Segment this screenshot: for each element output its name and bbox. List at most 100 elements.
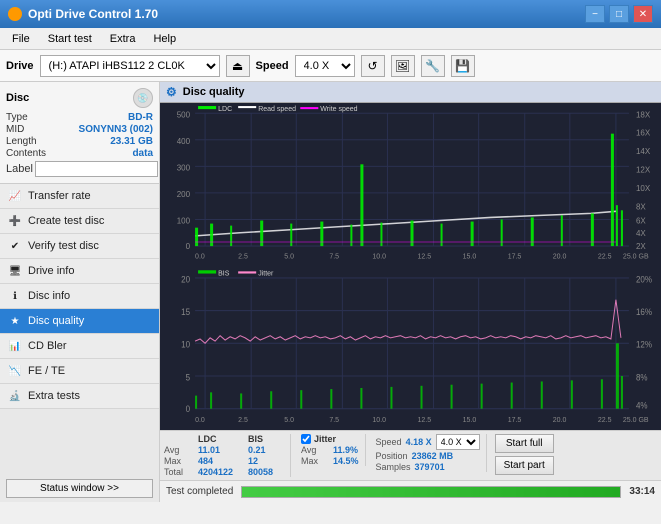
sidebar-item-label-cd-bler: CD Bler — [28, 340, 67, 352]
position-label: Position — [376, 451, 408, 461]
svg-text:20.0: 20.0 — [553, 252, 567, 260]
disc-label-input[interactable] — [35, 161, 158, 177]
jitter-checkbox[interactable] — [301, 434, 311, 444]
menu-start-test[interactable]: Start test — [40, 31, 100, 47]
svg-text:25.0 GB: 25.0 GB — [623, 414, 649, 423]
panel-icon: ⚙ — [166, 85, 177, 99]
speed-select[interactable]: 4.0 X — [295, 55, 355, 77]
maximize-button[interactable]: □ — [609, 5, 629, 23]
bis-total: 80058 — [248, 467, 284, 477]
stats-row: LDC BIS Avg 11.01 0.21 Max 484 12 Total … — [160, 430, 661, 480]
minimize-button[interactable]: − — [585, 5, 605, 23]
sidebar-item-label-transfer-rate: Transfer rate — [28, 190, 91, 202]
sidebar-item-transfer-rate[interactable]: 📈 Transfer rate — [0, 184, 159, 209]
svg-text:4%: 4% — [636, 400, 648, 410]
app-icon — [8, 7, 22, 21]
create-test-disc-icon: ➕ — [8, 214, 22, 228]
svg-text:Read speed: Read speed — [258, 105, 296, 113]
settings-button-2[interactable]: 🔧 — [421, 55, 445, 77]
menu-extra[interactable]: Extra — [102, 31, 144, 47]
menu-file[interactable]: File — [4, 31, 38, 47]
svg-text:0: 0 — [186, 242, 191, 251]
speed-label: Speed — [256, 60, 289, 72]
sidebar-item-drive-info[interactable]: 🖥 Drive info — [0, 259, 159, 284]
disc-label-row: Label 🔍 — [6, 161, 153, 177]
svg-text:20.0: 20.0 — [553, 414, 567, 423]
svg-text:10.0: 10.0 — [372, 414, 386, 423]
speed-stat-val: 4.18 X — [406, 437, 432, 447]
bis-col-header: BIS — [248, 434, 284, 444]
sidebar-item-label-extra-tests: Extra tests — [28, 390, 80, 402]
refresh-button[interactable]: ↺ — [361, 55, 385, 77]
svg-text:5.0: 5.0 — [284, 252, 294, 260]
eject-button[interactable]: ⏏ — [226, 55, 250, 77]
drive-label: Drive — [6, 60, 34, 72]
jitter-max: 14.5% — [333, 456, 359, 466]
disc-type-key: Type — [6, 112, 28, 123]
svg-text:20%: 20% — [636, 273, 653, 283]
stats-jitter-section: Jitter Avg 11.9% Max 14.5% — [295, 434, 366, 466]
sidebar-item-cd-bler[interactable]: 📊 CD Bler — [0, 334, 159, 359]
stats-avg-row: Avg 11.01 0.21 — [164, 445, 284, 455]
bottom-chart-svg: 20 15 10 5 0 20% 16% 12% 8% 4% 0.0 2.5 5… — [160, 267, 661, 431]
disc-type-val: BD-R — [128, 112, 153, 123]
stats-max-row: Max 484 12 — [164, 456, 284, 466]
cd-bler-icon: 📊 — [8, 339, 22, 353]
top-chart-svg: 500 400 300 200 100 0 18X 16X 14X 12X 10… — [160, 103, 661, 267]
disc-label-key: Label — [6, 163, 33, 175]
menu-bar: File Start test Extra Help — [0, 28, 661, 50]
svg-text:0: 0 — [186, 403, 191, 413]
drive-info-icon: 🖥 — [8, 264, 22, 278]
menu-help[interactable]: Help — [145, 31, 184, 47]
svg-text:4X: 4X — [636, 229, 646, 238]
svg-text:14X: 14X — [636, 147, 651, 156]
main-area: Disc 💿 Type BD-R MID SONYNN3 (002) Lengt… — [0, 82, 661, 502]
start-part-button[interactable]: Start part — [495, 456, 554, 475]
sidebar-item-create-test-disc[interactable]: ➕ Create test disc — [0, 209, 159, 234]
total-label: Total — [164, 467, 192, 477]
progress-bar-fill — [242, 487, 620, 497]
svg-text:8X: 8X — [636, 202, 646, 211]
jitter-avg: 11.9% — [333, 445, 358, 455]
fe-te-icon: 📉 — [8, 364, 22, 378]
jitter-col-header: Jitter — [314, 434, 336, 444]
jitter-max-label: Max — [301, 456, 329, 466]
transfer-rate-icon: 📈 — [8, 189, 22, 203]
jitter-max-row: Max 14.5% — [301, 456, 359, 466]
sidebar-item-disc-info[interactable]: ℹ Disc info — [0, 284, 159, 309]
status-window-button[interactable]: Status window >> — [6, 479, 153, 498]
avg-label: Avg — [164, 445, 192, 455]
sidebar: Disc 💿 Type BD-R MID SONYNN3 (002) Lengt… — [0, 82, 160, 502]
drive-select[interactable]: (H:) ATAPI iHBS112 2 CL0K — [40, 55, 220, 77]
bis-max: 12 — [248, 456, 284, 466]
sidebar-item-label-verify-test-disc: Verify test disc — [28, 240, 99, 252]
svg-text:5.0: 5.0 — [284, 414, 294, 423]
speed-stat-select[interactable]: 4.0 X — [436, 434, 480, 450]
extra-tests-icon: 🔬 — [8, 389, 22, 403]
svg-text:Write speed: Write speed — [320, 105, 357, 113]
verify-test-disc-icon: ✔ — [8, 239, 22, 253]
disc-length-val: 23.31 GB — [110, 136, 153, 147]
close-button[interactable]: ✕ — [633, 5, 653, 23]
toolbar: Drive (H:) ATAPI iHBS112 2 CL0K ⏏ Speed … — [0, 50, 661, 82]
sidebar-item-disc-quality[interactable]: ★ Disc quality — [0, 309, 159, 334]
content-area: ⚙ Disc quality — [160, 82, 661, 502]
disc-mid-val: SONYNN3 (002) — [79, 124, 153, 135]
panel-header: ⚙ Disc quality — [160, 82, 661, 103]
disc-contents-row: Contents data — [6, 148, 153, 159]
svg-text:15: 15 — [181, 306, 190, 316]
save-button[interactable]: 💾 — [451, 55, 475, 77]
sidebar-item-verify-test-disc[interactable]: ✔ Verify test disc — [0, 234, 159, 259]
sidebar-item-extra-tests[interactable]: 🔬 Extra tests — [0, 384, 159, 409]
svg-text:22.5: 22.5 — [598, 252, 612, 260]
svg-text:7.5: 7.5 — [329, 414, 339, 423]
ldc-col-header: LDC — [198, 434, 242, 444]
settings-button-1[interactable]: 🖼 — [391, 55, 415, 77]
disc-mid-row: MID SONYNN3 (002) — [6, 124, 153, 135]
sidebar-item-fe-te[interactable]: 📉 FE / TE — [0, 359, 159, 384]
start-full-button[interactable]: Start full — [495, 434, 554, 453]
svg-text:8%: 8% — [636, 372, 648, 382]
ldc-avg: 11.01 — [198, 445, 242, 455]
svg-text:17.5: 17.5 — [508, 414, 522, 423]
disc-contents-key: Contents — [6, 148, 46, 159]
